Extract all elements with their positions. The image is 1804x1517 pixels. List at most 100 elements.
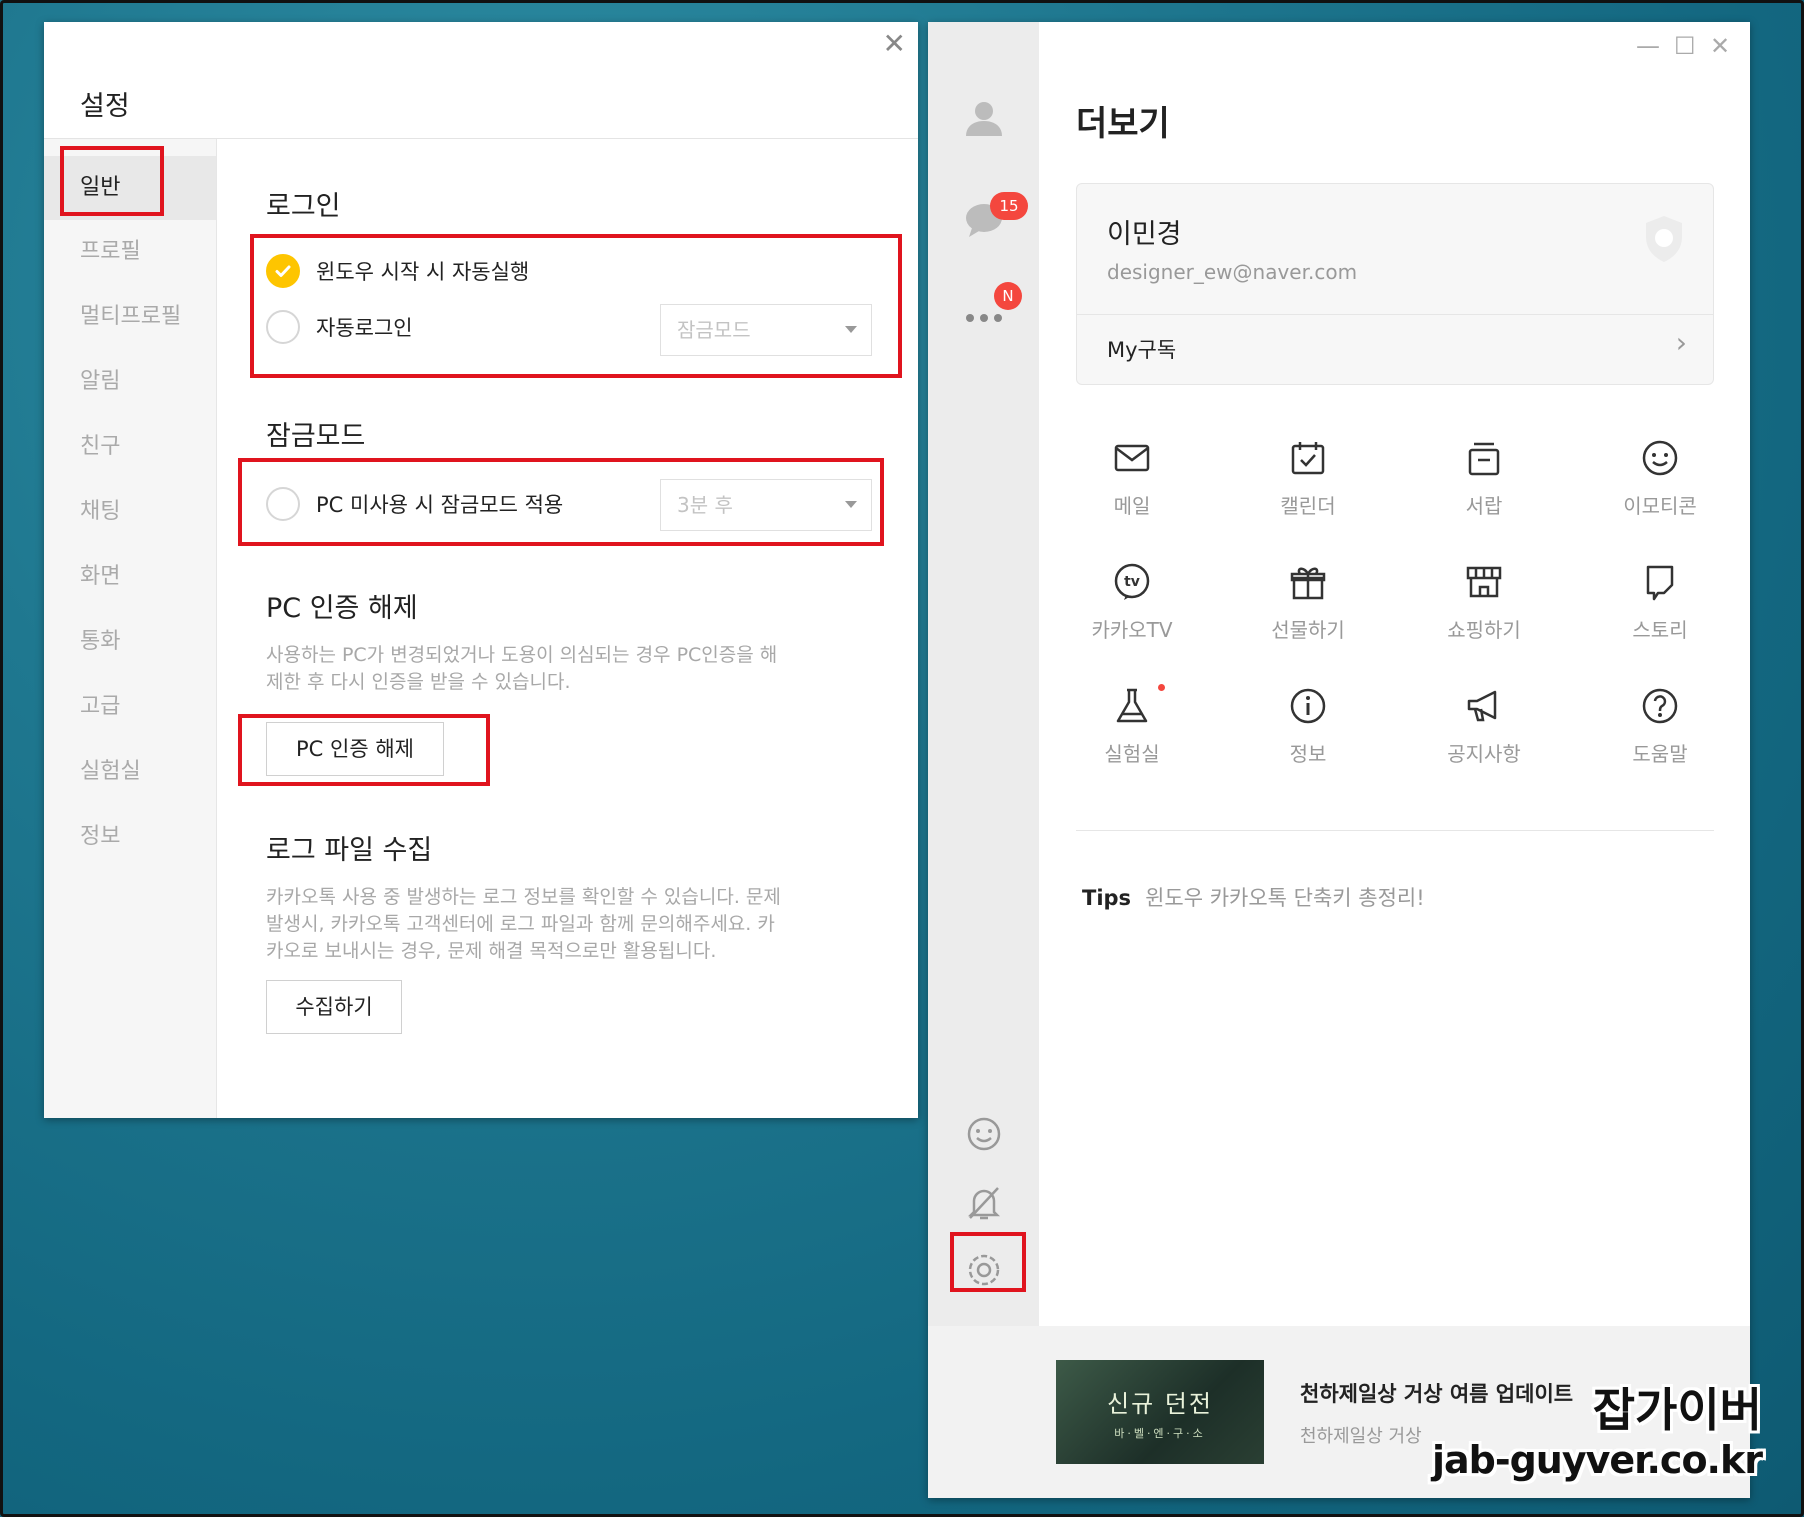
grid-label: 캘린더 — [1280, 494, 1336, 518]
grid-lab[interactable]: 실험실 — [1052, 686, 1212, 767]
grid-notice[interactable]: 공지사항 — [1404, 686, 1564, 767]
grid-calendar[interactable]: 캘린더 — [1228, 438, 1388, 519]
grid-story[interactable]: 스토리 — [1580, 562, 1740, 643]
minimize-icon[interactable]: — — [1636, 32, 1660, 60]
log-description: 카카오톡 사용 중 발생하는 로그 정보를 확인할 수 있습니다. 문제 발생시… — [266, 884, 876, 965]
watermark-url: jab-guyver.co.kr — [1431, 1438, 1763, 1482]
grid-shopping[interactable]: 쇼핑하기 — [1404, 562, 1564, 643]
grid-label: 정보 — [1289, 742, 1327, 766]
shop-icon — [1466, 566, 1502, 598]
chevron-down-icon — [845, 501, 857, 508]
grid-kakaotv[interactable]: tv 카카오TV — [1052, 562, 1212, 643]
grid-label: 실험실 — [1104, 742, 1160, 766]
grid-label: 이모티콘 — [1623, 494, 1697, 518]
bell-off-icon[interactable] — [962, 1180, 1006, 1224]
grid-mail[interactable]: 메일 — [1052, 438, 1212, 519]
tv-icon: tv — [1114, 563, 1150, 600]
tips-label: Tips — [1082, 886, 1132, 910]
divider — [1076, 830, 1714, 831]
profile-card[interactable]: 이민경 designer_ew@naver.com My구독 › — [1076, 183, 1714, 385]
tips-link[interactable]: Tips 윈도우 카카오톡 단축키 총정리! — [1082, 882, 1425, 912]
nav-item-display[interactable]: 화면 — [44, 545, 216, 609]
settings-nav: 일반 프로필 멀티프로필 알림 친구 채팅 화면 통화 고급 실험실 정보 — [44, 139, 217, 1118]
nav-item-multiprofile[interactable]: 멀티프로필 — [44, 285, 216, 349]
settings-title: 설정 — [80, 91, 130, 122]
emoticon-icon[interactable] — [962, 1112, 1006, 1156]
idle-lock-select[interactable]: 3분 후 — [660, 479, 872, 531]
nav-item-call[interactable]: 통화 — [44, 610, 216, 674]
help-icon — [1642, 688, 1678, 724]
lock-heading: 잠금모드 — [266, 421, 366, 452]
grid-label: 서랍 — [1465, 494, 1503, 518]
idle-lock-option[interactable]: PC 미사용 시 잠금모드 적용 — [266, 487, 563, 521]
autostart-radio[interactable] — [266, 254, 300, 288]
pc-auth-heading: PC 인증 해제 — [266, 593, 418, 624]
grid-label: 스토리 — [1632, 618, 1688, 642]
grid-label: 메일 — [1113, 494, 1151, 518]
grid-emoticon[interactable]: 이모티콘 — [1580, 438, 1740, 519]
collect-logs-button[interactable]: 수집하기 — [266, 980, 402, 1034]
ad-image-sub: 바·벨·엔·구·소 — [1114, 1426, 1206, 1440]
app-sidebar: 15 N — [928, 22, 1039, 1326]
info-icon — [1290, 688, 1326, 724]
mail-icon — [1114, 444, 1150, 472]
grid-label: 쇼핑하기 — [1447, 618, 1521, 642]
grid-label: 카카오TV — [1091, 618, 1173, 642]
grid-label: 선물하기 — [1271, 618, 1345, 642]
log-desc-line: 카오로 보내시는 경우, 문제 해결 목적으로만 활용됩니다. — [266, 940, 717, 962]
ad-title: 천하제일상 거상 여름 업데이트 — [1300, 1382, 1574, 1406]
nav-item-chat[interactable]: 채팅 — [44, 480, 216, 544]
nav-item-lab[interactable]: 실험실 — [44, 740, 216, 804]
grid-label: 공지사항 — [1447, 742, 1521, 766]
idle-lock-radio[interactable] — [266, 487, 300, 521]
autologin-radio[interactable] — [266, 310, 300, 344]
login-heading: 로그인 — [266, 191, 341, 222]
grid-help[interactable]: 도움말 — [1580, 686, 1740, 767]
close-icon[interactable]: ✕ — [1710, 32, 1730, 60]
page-title: 더보기 — [1076, 104, 1170, 144]
gift-icon — [1290, 567, 1326, 600]
grid-gift[interactable]: 선물하기 — [1228, 562, 1388, 643]
story-icon — [1646, 565, 1674, 601]
maximize-icon[interactable]: ☐ — [1674, 32, 1696, 60]
settings-gear-icon[interactable] — [962, 1248, 1006, 1292]
grid-label: 도움말 — [1632, 742, 1688, 766]
nav-item-notifications[interactable]: 알림 — [44, 350, 216, 414]
autologin-option[interactable]: 자동로그인 — [266, 310, 413, 344]
autostart-option[interactable]: 윈도우 시작 시 자동실행 — [266, 254, 529, 288]
my-subscription-link[interactable]: My구독 — [1107, 334, 1176, 364]
chevron-down-icon — [845, 326, 857, 333]
new-dot — [1158, 684, 1165, 691]
profile-name: 이민경 — [1107, 219, 1182, 250]
close-icon[interactable]: ✕ — [883, 30, 906, 58]
log-desc-line: 카카오톡 사용 중 발생하는 로그 정보를 확인할 수 있습니다. 문제 — [266, 886, 781, 908]
nav-item-advanced[interactable]: 고급 — [44, 675, 216, 739]
nav-item-general[interactable]: 일반 — [44, 156, 216, 220]
svg-text:tv: tv — [1124, 574, 1140, 590]
grid-drawer[interactable]: 서랍 — [1404, 438, 1564, 519]
log-heading: 로그 파일 수집 — [266, 835, 433, 866]
shield-icon — [1646, 216, 1682, 262]
autologin-select[interactable]: 잠금모드 — [660, 304, 872, 356]
ad-subtitle: 천하제일상 거상 — [1300, 1426, 1422, 1447]
ad-image-title: 신규 던전 — [1107, 1389, 1213, 1418]
nav-item-friends[interactable]: 친구 — [44, 415, 216, 479]
new-badge: N — [994, 282, 1022, 310]
ad-image[interactable]: 신규 던전 바·벨·엔·구·소 — [1056, 1360, 1264, 1464]
log-desc-line: 발생시, 카카오톡 고객센터에 로그 파일과 함께 문의해주세요. 카 — [266, 913, 775, 935]
megaphone-icon — [1467, 690, 1497, 722]
pc-auth-release-button[interactable]: PC 인증 해제 — [266, 722, 444, 776]
tips-text: 윈도우 카카오톡 단축키 총정리! — [1145, 886, 1425, 910]
settings-window: ✕ 설정 일반 프로필 멀티프로필 알림 친구 채팅 화면 통화 고급 실험실 … — [44, 22, 918, 1118]
drawer-icon — [1468, 442, 1500, 476]
nav-item-profile[interactable]: 프로필 — [44, 220, 216, 284]
grid-info[interactable]: 정보 — [1228, 686, 1388, 767]
nav-item-info[interactable]: 정보 — [44, 805, 216, 869]
friends-icon[interactable] — [962, 96, 1006, 140]
autostart-label: 윈도우 시작 시 자동실행 — [316, 260, 530, 284]
idle-lock-select-value: 3분 후 — [677, 493, 733, 517]
chat-count-badge: 15 — [990, 192, 1028, 220]
calendar-icon — [1291, 442, 1325, 475]
chevron-right-icon: › — [1675, 326, 1687, 359]
idle-lock-label: PC 미사용 시 잠금모드 적용 — [316, 493, 564, 517]
